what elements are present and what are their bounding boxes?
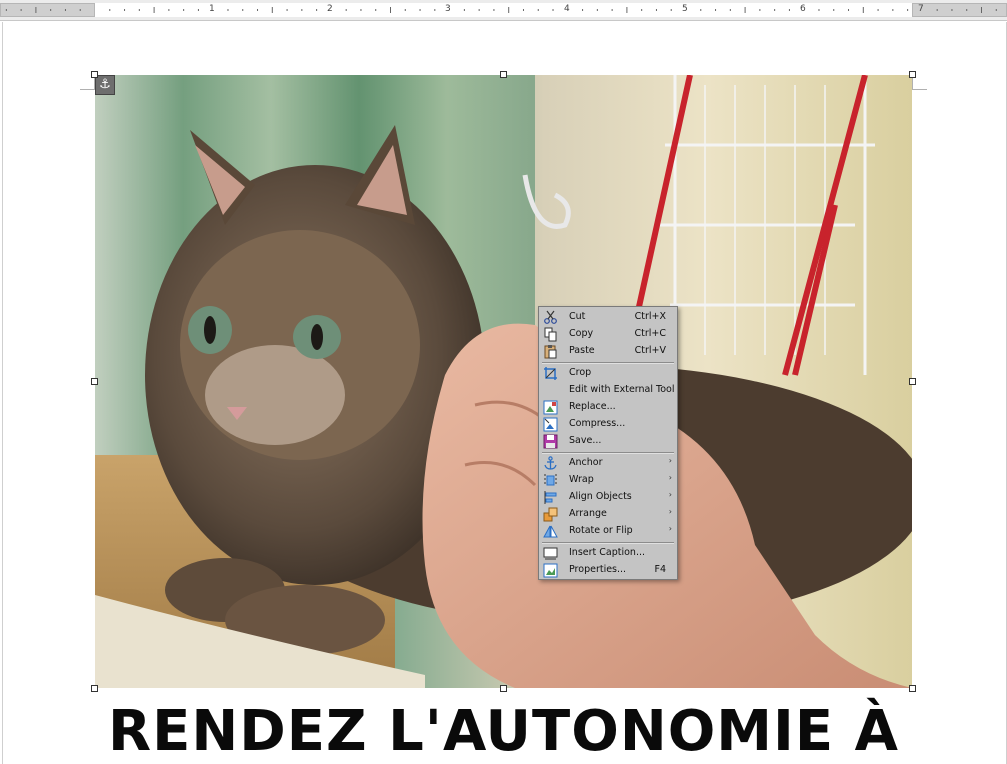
resize-handle-bottom-left[interactable] bbox=[91, 685, 98, 692]
ruler-number: 6 bbox=[800, 4, 806, 14]
image-context-menu: Cut Ctrl+X Copy Ctrl+C Paste Ctrl+V Crop… bbox=[538, 306, 678, 580]
properties-icon bbox=[543, 563, 558, 578]
paste-icon bbox=[544, 345, 557, 359]
ruler-ticks bbox=[5, 7, 997, 13]
menu-item-copy[interactable]: Copy Ctrl+C bbox=[540, 326, 676, 343]
menu-separator bbox=[542, 362, 674, 364]
ruler-number: 1 bbox=[209, 4, 215, 14]
menu-item-shortcut: F4 bbox=[654, 564, 666, 575]
menu-item-label: Save... bbox=[569, 435, 602, 446]
menu-item-crop[interactable]: Crop bbox=[540, 365, 676, 382]
menu-item-label: Paste bbox=[569, 345, 595, 356]
align-icon bbox=[544, 491, 557, 504]
wrap-icon bbox=[544, 474, 557, 486]
menu-item-label: Rotate or Flip bbox=[569, 525, 633, 536]
menu-item-rotate-flip[interactable]: Rotate or Flip › bbox=[540, 523, 676, 540]
menu-item-label: Arrange bbox=[569, 508, 607, 519]
menu-item-shortcut: Ctrl+V bbox=[634, 345, 666, 356]
menu-item-align-objects[interactable]: Align Objects › bbox=[540, 489, 676, 506]
menu-item-compress[interactable]: Compress... bbox=[540, 416, 676, 433]
save-icon bbox=[543, 434, 558, 449]
menu-item-insert-caption[interactable]: Insert Caption... bbox=[540, 545, 676, 562]
resize-handle-right[interactable] bbox=[909, 378, 916, 385]
menu-item-label: Compress... bbox=[569, 418, 626, 429]
cat-photo-image[interactable] bbox=[95, 75, 912, 688]
menu-separator bbox=[542, 452, 674, 454]
cat-photo-illustration bbox=[95, 75, 912, 688]
menu-item-edit-external[interactable]: Edit with External Tool bbox=[540, 382, 676, 399]
resize-handle-bottom[interactable] bbox=[500, 685, 507, 692]
crop-icon bbox=[544, 367, 557, 380]
ruler-number: 4 bbox=[564, 4, 570, 14]
menu-item-label: Replace... bbox=[569, 401, 616, 412]
copy-icon bbox=[544, 327, 557, 342]
horizontal-ruler[interactable]: 1 2 3 4 5 6 7 bbox=[0, 0, 1007, 21]
ruler-number: 2 bbox=[327, 4, 333, 14]
menu-item-label: Cut bbox=[569, 311, 586, 322]
submenu-arrow-icon: › bbox=[668, 473, 672, 482]
rotate-icon bbox=[543, 525, 558, 538]
resize-handle-top-left[interactable] bbox=[91, 71, 98, 78]
submenu-arrow-icon: › bbox=[668, 456, 672, 465]
submenu-arrow-icon: › bbox=[668, 524, 672, 533]
menu-item-paste[interactable]: Paste Ctrl+V bbox=[540, 343, 676, 360]
scissors-icon bbox=[544, 310, 557, 324]
compress-image-icon bbox=[543, 417, 558, 432]
menu-item-label: Wrap bbox=[569, 474, 594, 485]
resize-handle-bottom-right[interactable] bbox=[909, 685, 916, 692]
menu-item-label: Edit with External Tool bbox=[569, 384, 675, 395]
menu-item-shortcut: Ctrl+X bbox=[634, 311, 666, 322]
caption-icon bbox=[543, 547, 558, 560]
resize-handle-top-right[interactable] bbox=[909, 71, 916, 78]
menu-item-properties[interactable]: Properties... F4 bbox=[540, 562, 676, 579]
menu-item-replace[interactable]: Replace... bbox=[540, 399, 676, 416]
menu-item-label: Crop bbox=[569, 367, 592, 378]
menu-item-label: Copy bbox=[569, 328, 594, 339]
arrange-icon bbox=[543, 507, 558, 522]
menu-separator bbox=[542, 542, 674, 544]
resize-handle-top[interactable] bbox=[500, 71, 507, 78]
menu-item-anchor[interactable]: Anchor › bbox=[540, 455, 676, 472]
menu-item-label: Align Objects bbox=[569, 491, 632, 502]
menu-item-label: Insert Caption... bbox=[569, 547, 646, 558]
anchor-icon bbox=[544, 456, 557, 470]
menu-item-label: Anchor bbox=[569, 457, 603, 468]
menu-item-shortcut: Ctrl+C bbox=[634, 328, 667, 339]
ruler-number: 3 bbox=[445, 4, 451, 14]
submenu-arrow-icon: › bbox=[668, 490, 672, 499]
menu-item-cut[interactable]: Cut Ctrl+X bbox=[540, 309, 676, 326]
replace-image-icon bbox=[543, 400, 558, 415]
ruler-number: 5 bbox=[682, 4, 688, 14]
menu-item-save[interactable]: Save... bbox=[540, 433, 676, 450]
menu-item-wrap[interactable]: Wrap › bbox=[540, 472, 676, 489]
anchor-icon[interactable]: ⚓ bbox=[95, 75, 115, 95]
menu-item-label: Properties... bbox=[569, 564, 627, 575]
menu-item-arrange[interactable]: Arrange › bbox=[540, 506, 676, 523]
ruler-number: 7 bbox=[918, 4, 924, 14]
resize-handle-left[interactable] bbox=[91, 378, 98, 385]
submenu-arrow-icon: › bbox=[668, 507, 672, 516]
document-heading[interactable]: RENDEZ L'AUTONOMIE À bbox=[0, 700, 1007, 764]
